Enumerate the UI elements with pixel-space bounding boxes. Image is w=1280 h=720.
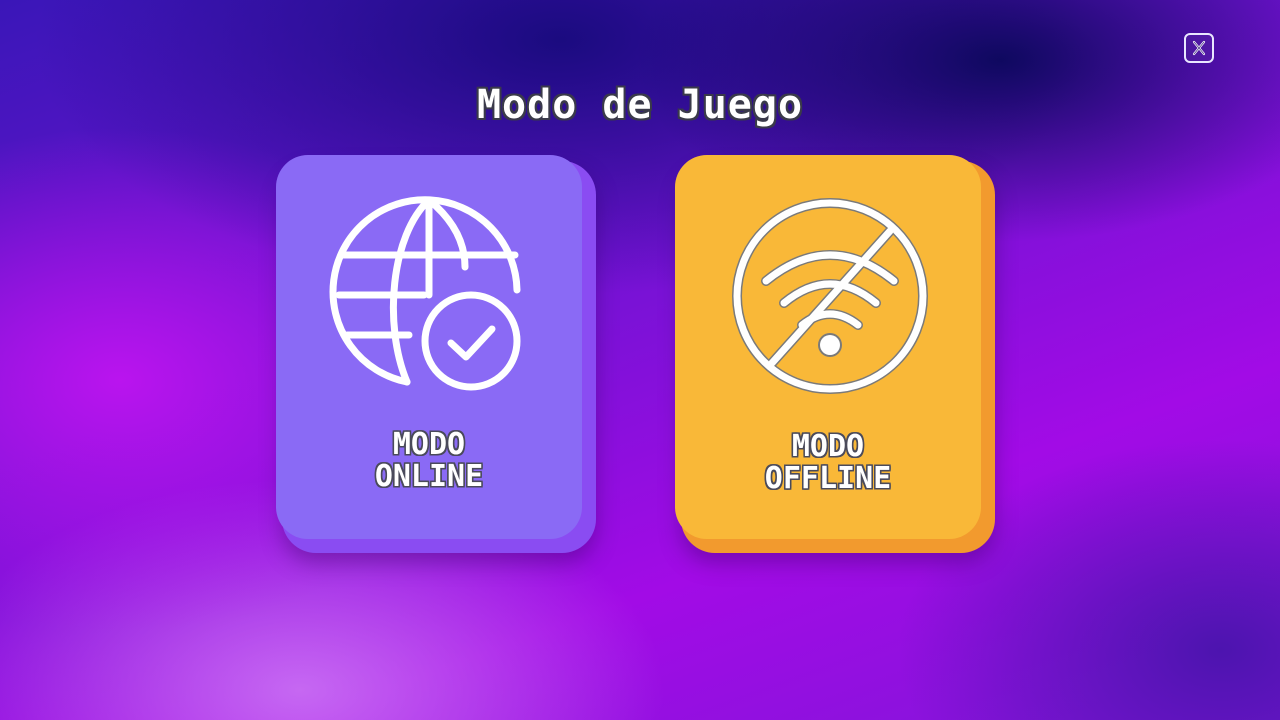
- card-face: MODO ONLINE: [276, 155, 582, 539]
- online-label-line2: ONLINE: [374, 459, 484, 494]
- offline-label-line2: OFFLINE: [764, 461, 892, 496]
- offline-mode-label: MODO OFFLINE: [675, 431, 981, 495]
- offline-mode-card[interactable]: MODO OFFLINE: [675, 155, 995, 553]
- wifi-off-icon: [728, 195, 928, 400]
- online-mode-label: MODO ONLINE: [276, 429, 582, 493]
- card-face: MODO OFFLINE: [675, 155, 981, 539]
- page-title: Modo de Juego: [476, 82, 804, 128]
- close-button[interactable]: [1184, 33, 1214, 63]
- online-label-line1: MODO: [392, 427, 466, 462]
- online-mode-card[interactable]: MODO ONLINE: [276, 155, 596, 553]
- offline-label-line1: MODO: [791, 429, 865, 464]
- close-icon: [1190, 39, 1208, 57]
- globe-check-icon: [329, 195, 529, 400]
